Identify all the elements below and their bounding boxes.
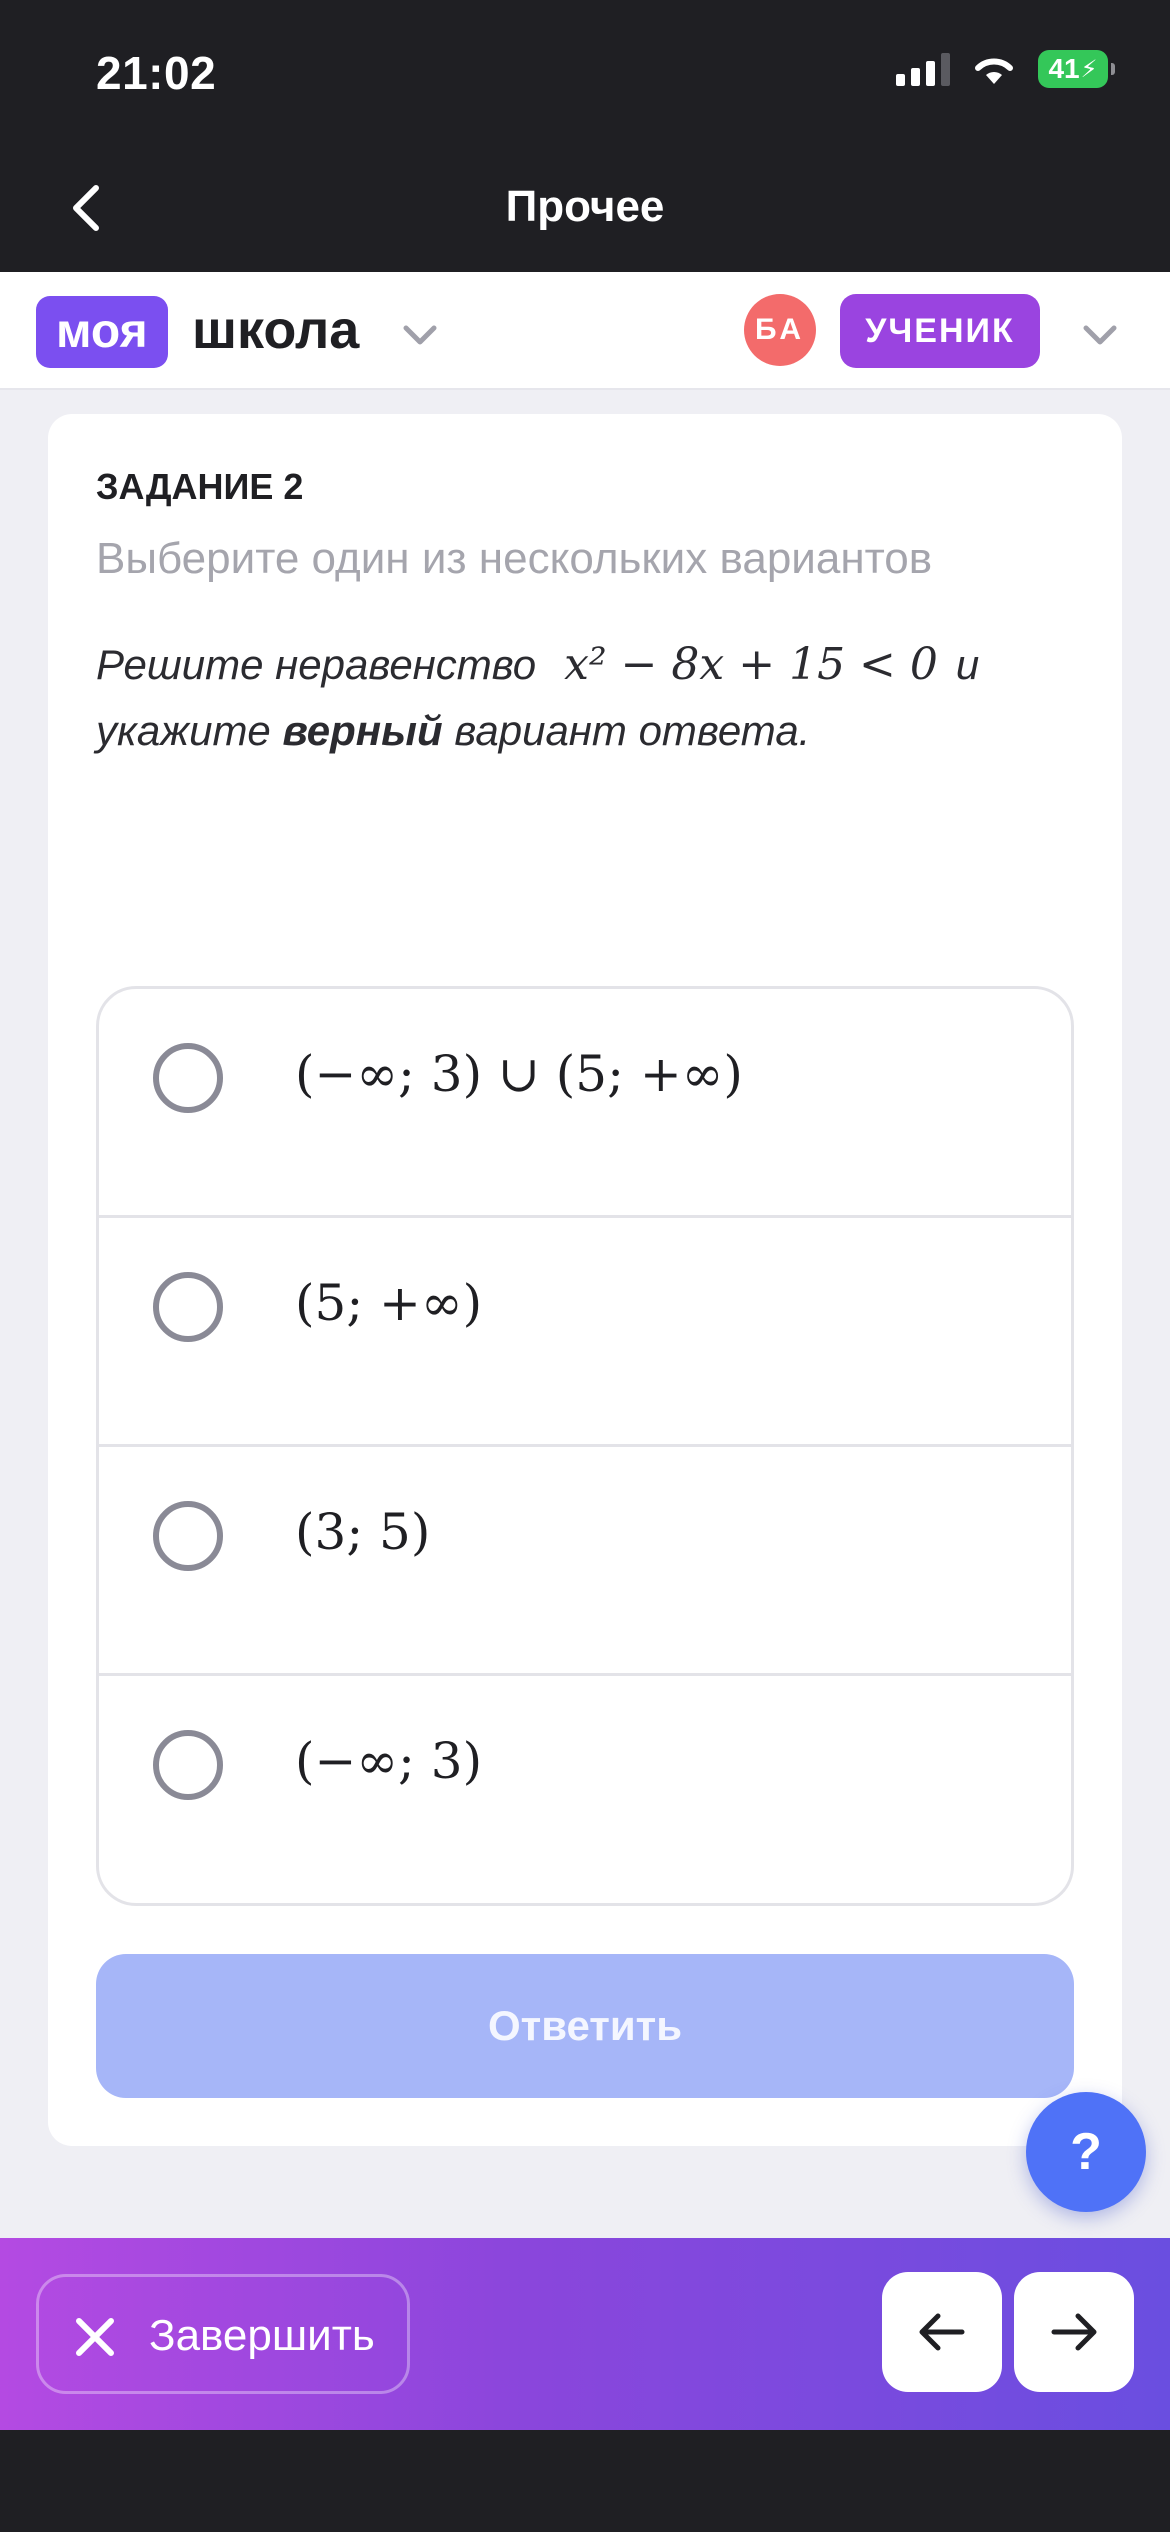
- task-card: ЗАДАНИЕ 2 Выберите один из нескольких ва…: [48, 414, 1122, 2146]
- school-selector-label[interactable]: школа: [192, 298, 359, 362]
- answer-option[interactable]: (−∞; 3) ∪ (5; +∞): [99, 989, 1071, 1218]
- answer-options: (−∞; 3) ∪ (5; +∞) (5; +∞) (3; 5) (−∞; 3): [96, 986, 1074, 1906]
- question-connector: и: [955, 641, 980, 688]
- question-bold: верный: [282, 707, 443, 754]
- status-bar: 21:02 41 ⚡: [0, 0, 1170, 148]
- signal-icon: [896, 52, 950, 86]
- question-line2-end: вариант ответа.: [454, 707, 811, 754]
- question-formula: x² − 8x + 15 < 0: [564, 639, 938, 690]
- radio-button[interactable]: [153, 1501, 223, 1571]
- question-prefix: Решите неравенство: [96, 641, 537, 688]
- option-text: (−∞; 3) ∪ (5; +∞): [295, 1045, 743, 1103]
- chevron-down-icon[interactable]: [1078, 312, 1122, 356]
- radio-button[interactable]: [153, 1730, 223, 1800]
- finish-button[interactable]: Завершить: [36, 2274, 410, 2394]
- home-indicator-area: [0, 2430, 1170, 2532]
- radio-button[interactable]: [153, 1272, 223, 1342]
- question-line2-start: укажите: [96, 707, 271, 754]
- bottom-bar: Завершить: [0, 2238, 1170, 2430]
- answer-button[interactable]: Ответить: [96, 1954, 1074, 2098]
- page-title: Прочее: [505, 182, 665, 231]
- help-button[interactable]: ?: [1026, 2092, 1146, 2212]
- option-text: (3; 5): [295, 1503, 431, 1561]
- close-icon: [76, 2318, 114, 2356]
- avatar[interactable]: БА: [744, 294, 816, 366]
- wifi-icon: [975, 58, 1013, 84]
- answer-option[interactable]: (3; 5): [99, 1447, 1071, 1676]
- option-text: (5; +∞): [295, 1274, 483, 1332]
- status-time: 21:02: [96, 47, 217, 99]
- battery-charging-icon: 41 ⚡: [1038, 50, 1115, 88]
- app-header: моя школа БА УЧЕНИК: [0, 272, 1170, 390]
- answer-option[interactable]: (−∞; 3): [99, 1676, 1071, 1903]
- answer-option[interactable]: (5; +∞): [99, 1218, 1071, 1447]
- role-badge[interactable]: УЧЕНИК: [840, 294, 1040, 368]
- arrow-left-icon: [919, 2313, 965, 2351]
- task-label: ЗАДАНИЕ 2: [96, 466, 304, 507]
- arrow-right-icon: [1051, 2313, 1097, 2351]
- task-question: Решите неравенство x² − 8x + 15 < 0 и укаж…: [96, 632, 1076, 764]
- radio-button[interactable]: [153, 1043, 223, 1113]
- chevron-down-icon[interactable]: [398, 312, 442, 356]
- option-text: (−∞; 3): [295, 1732, 483, 1790]
- prev-button[interactable]: [882, 2272, 1002, 2392]
- battery-level: 41: [1048, 53, 1080, 84]
- status-icons: 41 ⚡: [896, 50, 1115, 88]
- logo-moya: моя: [36, 296, 168, 368]
- task-instruction: Выберите один из нескольких вариантов: [96, 534, 933, 583]
- next-button[interactable]: [1014, 2272, 1134, 2392]
- nav-bar: Прочее: [0, 148, 1170, 272]
- finish-label: Завершить: [149, 2311, 375, 2360]
